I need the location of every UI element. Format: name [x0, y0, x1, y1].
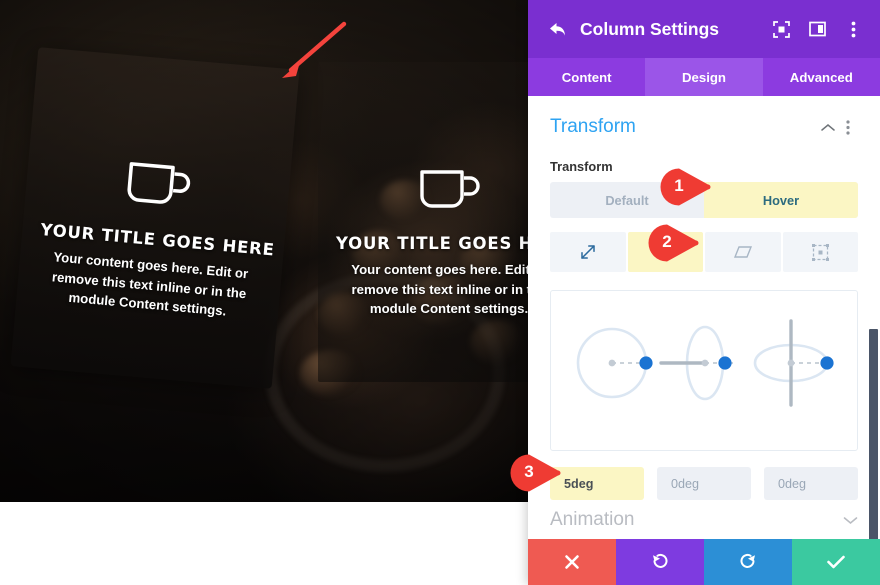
tab-design[interactable]: Design [645, 58, 763, 96]
column-card-right[interactable]: YOUR TITLE GOES HERE Your content goes h… [318, 62, 530, 382]
rotate-y-control [753, 318, 834, 407]
chevron-down-icon[interactable] [843, 516, 858, 525]
undo-button[interactable] [616, 539, 704, 585]
transform-section-header: Transform [550, 116, 858, 138]
rotate-y-input[interactable]: 0deg [764, 467, 858, 500]
column-card-left[interactable]: YOUR TITLE GOES HERE Your content goes h… [10, 47, 300, 389]
scale-icon[interactable] [550, 232, 626, 272]
discard-button[interactable] [528, 539, 616, 585]
page-preview-area[interactable]: YOUR TITLE GOES HERE Your content goes h… [0, 0, 530, 502]
rotation-axis-diagram [576, 318, 834, 407]
undo-icon [653, 553, 668, 568]
panel-scrollbar-track[interactable] [869, 192, 880, 539]
coffee-cup-icon [127, 162, 191, 204]
panel-scrollbar-thumb[interactable] [869, 329, 878, 539]
skew-icon[interactable] [705, 232, 781, 272]
save-button[interactable] [792, 539, 880, 585]
panel-footer [528, 539, 880, 585]
chevron-up-icon[interactable] [818, 117, 838, 137]
rotate-z-input[interactable]: 5deg [550, 467, 644, 500]
transform-state-toggle: Default Hover [550, 182, 858, 218]
card-body-text: Your content goes here. Edit or remove t… [51, 249, 249, 319]
rotation-inputs: 5deg 0deg 0deg [550, 467, 858, 500]
back-arrow-icon[interactable] [544, 16, 570, 42]
close-icon [565, 555, 579, 569]
card-body-text: Your content goes here. Edit or remove t… [351, 262, 530, 317]
check-icon [827, 555, 845, 569]
state-option-default[interactable]: Default [550, 182, 704, 218]
origin-icon[interactable] [782, 232, 858, 272]
tab-advanced[interactable]: Advanced [763, 58, 880, 96]
panel-header-icons [770, 18, 864, 40]
animation-section-header[interactable]: Animation [550, 509, 858, 531]
redo-button[interactable] [704, 539, 792, 585]
rotate-x-input[interactable]: 0deg [657, 467, 751, 500]
coffee-cup-icon [420, 170, 480, 208]
rotation-axis-preview[interactable] [550, 290, 858, 451]
more-options-icon[interactable] [838, 117, 858, 137]
transform-field-label: Transform [550, 159, 613, 174]
split-view-icon[interactable] [806, 18, 828, 40]
column-settings-panel[interactable]: Column Settings Content Design Advanced … [528, 0, 880, 585]
panel-body: Transform Transform Default Hover 5deg 0… [528, 96, 880, 539]
card-title: YOUR TITLE GOES HERE [336, 234, 530, 253]
more-options-icon[interactable] [842, 18, 864, 40]
rotate-z-control [576, 327, 653, 398]
tab-content[interactable]: Content [528, 58, 645, 96]
rotate-x-control [659, 325, 737, 400]
panel-header: Column Settings [528, 0, 880, 58]
redo-icon [740, 553, 755, 568]
fullscreen-icon[interactable] [770, 18, 792, 40]
panel-tabs: Content Design Advanced [528, 58, 880, 96]
page-white-area [0, 502, 530, 585]
state-option-hover[interactable]: Hover [704, 182, 858, 218]
section-title: Transform [550, 116, 636, 137]
panel-title: Column Settings [580, 18, 720, 39]
rotate-icon[interactable] [627, 232, 703, 272]
transform-mode-buttons [550, 232, 858, 272]
animation-section-title: Animation [550, 509, 635, 530]
